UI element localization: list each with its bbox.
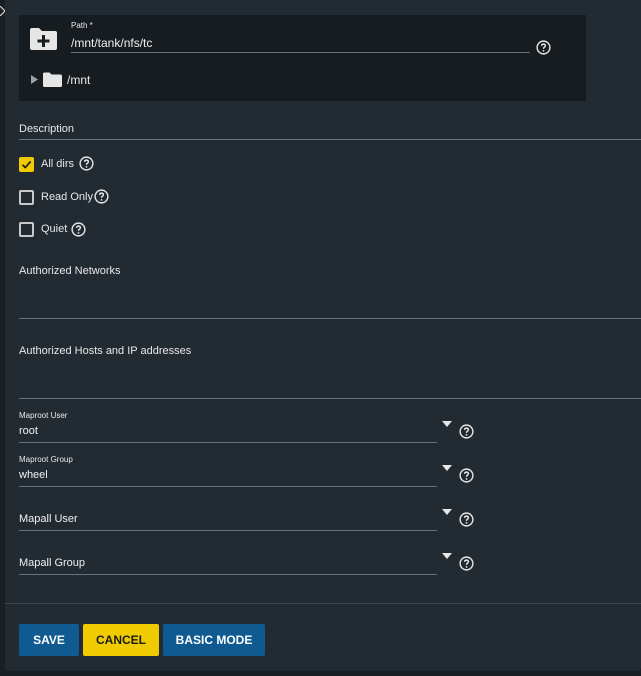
chevron-down-icon[interactable]	[442, 465, 452, 471]
quiet-checkbox[interactable]	[19, 222, 34, 237]
mapall-group-select[interactable]	[19, 556, 437, 575]
help-icon[interactable]	[459, 424, 474, 439]
help-icon[interactable]	[459, 468, 474, 483]
all-dirs-label: All dirs	[41, 158, 75, 170]
authorized-networks-label: Authorized Networks	[19, 265, 121, 277]
cancel-button[interactable]: CANCEL	[83, 624, 159, 656]
help-icon[interactable]	[94, 189, 109, 204]
path-label: Path *	[71, 21, 93, 30]
folder-icon	[43, 72, 62, 87]
caret-right-icon[interactable]	[31, 75, 38, 84]
help-icon[interactable]	[459, 512, 474, 527]
authorized-networks-input[interactable]	[19, 285, 641, 319]
maproot-group-select[interactable]	[19, 468, 437, 487]
chevron-down-icon[interactable]	[442, 509, 452, 515]
path-explorer: Path * /mnt	[19, 15, 586, 101]
quiet-label: Quiet	[41, 223, 68, 235]
chevron-down-icon[interactable]	[442, 421, 452, 427]
folder-add-icon[interactable]	[29, 27, 58, 51]
maproot-user-label: Maproot User	[19, 411, 68, 420]
read-only-checkbox[interactable]	[19, 190, 34, 205]
help-icon[interactable]	[459, 556, 474, 571]
authorized-hosts-input[interactable]	[19, 365, 641, 399]
chevron-down-icon[interactable]	[442, 553, 452, 559]
help-icon[interactable]	[536, 40, 551, 55]
help-icon[interactable]	[79, 156, 94, 171]
mapall-user-select[interactable]	[19, 512, 437, 531]
authorized-hosts-label: Authorized Hosts and IP addresses	[19, 345, 192, 357]
read-only-label: Read Only	[41, 191, 93, 203]
check-icon	[21, 160, 32, 169]
tree-node-mnt[interactable]: /mnt	[31, 70, 151, 90]
path-input[interactable]	[71, 34, 530, 53]
all-dirs-checkbox[interactable]	[19, 157, 34, 172]
description-input[interactable]	[19, 122, 641, 140]
maproot-group-label: Maproot Group	[19, 455, 73, 464]
save-button[interactable]: SAVE	[19, 624, 79, 656]
basic-mode-button[interactable]: BASIC MODE	[163, 624, 265, 656]
actions-divider	[5, 603, 641, 604]
tree-node-label: /mnt	[67, 73, 91, 87]
maproot-user-select[interactable]	[19, 424, 437, 443]
help-icon[interactable]	[71, 222, 86, 237]
